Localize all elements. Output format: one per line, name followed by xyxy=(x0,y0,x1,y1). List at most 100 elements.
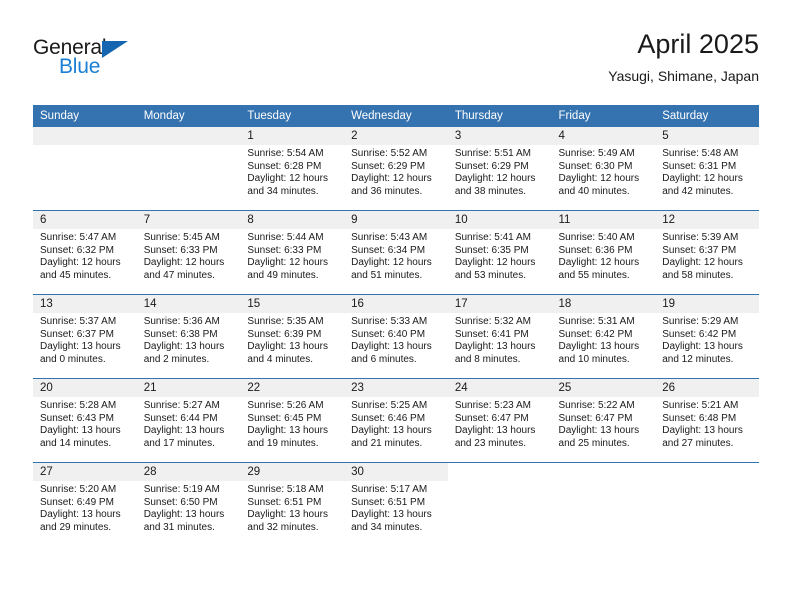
calendar-day-cell[interactable]: 25 Sunrise: 5:22 AM Sunset: 6:47 PM Dayligh… xyxy=(551,378,656,463)
day-detail-line: and 19 minutes. xyxy=(247,437,319,449)
day-cell-inner: 4 Sunrise: 5:49 AM Sunset: 6:30 PM Daylight… xyxy=(551,127,656,210)
calendar-day-cell[interactable]: 22 Sunrise: 5:26 AM Sunset: 6:45 PM Dayligh… xyxy=(240,378,345,463)
day-cell-inner: 22 Sunrise: 5:26 AM Sunset: 6:45 PM Dayligh… xyxy=(240,379,345,462)
day-details: Sunrise: 5:45 AM Sunset: 6:33 PM Daylight:… xyxy=(137,229,241,282)
day-detail-line: Sunset: 6:40 PM xyxy=(351,328,426,340)
day-detail-line: and 42 minutes. xyxy=(662,185,734,197)
calendar-day-cell[interactable]: 14 Sunrise: 5:36 AM Sunset: 6:38 PM Dayligh… xyxy=(136,294,241,379)
calendar-day-cell[interactable]: 4 Sunrise: 5:49 AM Sunset: 6:30 PM Daylight… xyxy=(551,127,656,211)
day-cell-inner: 9 Sunrise: 5:43 AM Sunset: 6:34 PM Daylight… xyxy=(344,211,448,294)
calendar-day-cell[interactable]: 16 Sunrise: 5:33 AM Sunset: 6:40 PM Dayligh… xyxy=(344,294,448,379)
day-detail-line: and 45 minutes. xyxy=(40,269,112,281)
day-detail-line: and 58 minutes. xyxy=(662,269,734,281)
day-cell-inner: 5 Sunrise: 5:48 AM Sunset: 6:31 PM Daylight… xyxy=(655,127,759,210)
day-detail-line: Sunset: 6:34 PM xyxy=(351,244,426,256)
day-detail-line: Sunrise: 5:35 AM xyxy=(247,316,324,327)
calendar-day-cell[interactable]: 12 Sunrise: 5:39 AM Sunset: 6:37 PM Dayligh… xyxy=(655,210,759,295)
day-detail-line: and 10 minutes. xyxy=(558,353,630,365)
calendar-day-cell[interactable]: 1 Sunrise: 5:54 AM Sunset: 6:28 PM Daylight… xyxy=(240,127,345,211)
day-number: 30 xyxy=(344,463,448,481)
day-detail-line: Sunset: 6:39 PM xyxy=(247,328,322,340)
day-details: Sunrise: 5:26 AM Sunset: 6:45 PM Daylight:… xyxy=(240,397,344,450)
day-details xyxy=(552,481,656,484)
day-details: Sunrise: 5:54 AM Sunset: 6:28 PM Daylight:… xyxy=(240,145,344,198)
general-blue-logo: General Blue xyxy=(33,36,253,82)
day-number: 3 xyxy=(447,127,552,145)
day-number: 17 xyxy=(447,295,552,313)
day-detail-line: Sunrise: 5:20 AM xyxy=(40,484,117,495)
day-cell-inner: 14 Sunrise: 5:36 AM Sunset: 6:38 PM Dayligh… xyxy=(136,295,241,378)
day-number: 19 xyxy=(655,295,759,313)
day-detail-line: Sunset: 6:35 PM xyxy=(454,244,529,256)
day-detail-line: Sunrise: 5:22 AM xyxy=(558,400,635,411)
calendar-day-cell[interactable]: 10 Sunrise: 5:41 AM Sunset: 6:35 PM Dayligh… xyxy=(447,210,552,295)
day-cell-inner: 30 Sunrise: 5:17 AM Sunset: 6:51 PM Dayligh… xyxy=(344,463,448,546)
day-cell-inner: 11 Sunrise: 5:40 AM Sunset: 6:36 PM Dayligh… xyxy=(551,211,656,294)
day-detail-line: Sunrise: 5:37 AM xyxy=(40,316,117,327)
calendar-empty-cell xyxy=(136,127,241,211)
calendar-day-cell[interactable]: 15 Sunrise: 5:35 AM Sunset: 6:39 PM Dayligh… xyxy=(240,294,345,379)
day-details xyxy=(655,481,759,484)
day-detail-line: Sunrise: 5:32 AM xyxy=(454,316,531,327)
calendar-day-cell[interactable]: 3 Sunrise: 5:51 AM Sunset: 6:29 PM Daylight… xyxy=(447,127,552,211)
day-detail-line: Daylight: 12 hours xyxy=(558,173,640,185)
day-detail-line: Sunset: 6:48 PM xyxy=(662,412,737,424)
day-detail-line: Daylight: 12 hours xyxy=(351,257,432,269)
day-number: 13 xyxy=(33,295,137,313)
day-detail-line: Sunrise: 5:43 AM xyxy=(351,232,428,243)
day-number: 10 xyxy=(447,211,552,229)
calendar-day-cell[interactable]: 7 Sunrise: 5:45 AM Sunset: 6:33 PM Daylight… xyxy=(136,210,241,295)
calendar-day-cell[interactable]: 9 Sunrise: 5:43 AM Sunset: 6:34 PM Daylight… xyxy=(344,210,448,295)
calendar-day-cell[interactable]: 28 Sunrise: 5:19 AM Sunset: 6:50 PM Dayligh… xyxy=(136,462,241,546)
calendar-grid: Sunday Monday Tuesday Wednesday Thursday Frid… xyxy=(33,105,759,546)
day-detail-line: Sunrise: 5:33 AM xyxy=(351,316,428,327)
day-cell-inner: 7 Sunrise: 5:45 AM Sunset: 6:33 PM Daylight… xyxy=(136,211,241,294)
logo-text-blue: Blue xyxy=(59,55,101,78)
day-detail-line: and 12 minutes. xyxy=(662,353,734,365)
day-cell-inner: 10 Sunrise: 5:41 AM Sunset: 6:35 PM Dayligh… xyxy=(447,211,552,294)
page-subtitle: Yasugi, Shimane, Japan xyxy=(608,68,759,84)
day-number: 25 xyxy=(551,379,656,397)
calendar-day-cell[interactable]: 27 Sunrise: 5:20 AM Sunset: 6:49 PM Dayligh… xyxy=(33,462,137,546)
day-details: Sunrise: 5:22 AM Sunset: 6:47 PM Daylight:… xyxy=(552,397,656,450)
calendar-page: General Blue April 2025 Yasugi, Shimane,… xyxy=(0,0,792,612)
calendar-day-cell[interactable]: 24 Sunrise: 5:23 AM Sunset: 6:47 PM Dayligh… xyxy=(447,378,552,463)
day-cell-inner: 8 Sunrise: 5:44 AM Sunset: 6:33 PM Daylight… xyxy=(240,211,345,294)
day-cell-inner: 21 Sunrise: 5:27 AM Sunset: 6:44 PM Dayligh… xyxy=(136,379,241,462)
day-detail-line: Daylight: 13 hours xyxy=(40,341,121,353)
day-detail-line: Daylight: 13 hours xyxy=(247,425,329,437)
weekday-header-row: Sunday Monday Tuesday Wednesday Thursday Frid… xyxy=(33,105,759,127)
calendar-day-cell[interactable]: 30 Sunrise: 5:17 AM Sunset: 6:51 PM Dayligh… xyxy=(344,462,448,546)
day-number xyxy=(136,127,241,145)
day-detail-line: Sunrise: 5:29 AM xyxy=(662,316,739,327)
calendar-day-cell[interactable]: 18 Sunrise: 5:31 AM Sunset: 6:42 PM Dayligh… xyxy=(551,294,656,379)
calendar-day-cell[interactable]: 8 Sunrise: 5:44 AM Sunset: 6:33 PM Daylight… xyxy=(240,210,345,295)
calendar-day-cell[interactable]: 21 Sunrise: 5:27 AM Sunset: 6:44 PM Dayligh… xyxy=(136,378,241,463)
day-detail-line: and 53 minutes. xyxy=(454,269,526,281)
day-number: 4 xyxy=(551,127,656,145)
day-detail-line: and 4 minutes. xyxy=(247,353,314,365)
calendar-day-cell[interactable]: 5 Sunrise: 5:48 AM Sunset: 6:31 PM Daylight… xyxy=(655,127,759,211)
calendar-day-cell[interactable]: 13 Sunrise: 5:37 AM Sunset: 6:37 PM Dayligh… xyxy=(33,294,137,379)
day-detail-line: and 34 minutes. xyxy=(247,185,319,197)
calendar-day-cell[interactable]: 19 Sunrise: 5:29 AM Sunset: 6:42 PM Dayligh… xyxy=(655,294,759,379)
day-number: 26 xyxy=(655,379,759,397)
day-number xyxy=(551,463,656,481)
calendar-day-cell[interactable]: 17 Sunrise: 5:32 AM Sunset: 6:41 PM Dayligh… xyxy=(447,294,552,379)
day-cell-inner xyxy=(655,463,759,546)
day-detail-line: Sunset: 6:28 PM xyxy=(247,160,322,172)
day-detail-line: Daylight: 13 hours xyxy=(558,425,640,437)
day-detail-line: Sunrise: 5:40 AM xyxy=(558,232,635,243)
day-detail-line: and 47 minutes. xyxy=(143,269,215,281)
calendar-day-cell[interactable]: 11 Sunrise: 5:40 AM Sunset: 6:36 PM Dayligh… xyxy=(551,210,656,295)
day-number: 21 xyxy=(136,379,241,397)
calendar-day-cell[interactable]: 6 Sunrise: 5:47 AM Sunset: 6:32 PM Daylight… xyxy=(33,210,137,295)
day-cell-inner: 16 Sunrise: 5:33 AM Sunset: 6:40 PM Dayligh… xyxy=(344,295,448,378)
calendar-day-cell[interactable]: 23 Sunrise: 5:25 AM Sunset: 6:46 PM Dayligh… xyxy=(344,378,448,463)
calendar-day-cell[interactable]: 29 Sunrise: 5:18 AM Sunset: 6:51 PM Dayligh… xyxy=(240,462,345,546)
calendar-day-cell[interactable]: 26 Sunrise: 5:21 AM Sunset: 6:48 PM Dayligh… xyxy=(655,378,759,463)
calendar-day-cell[interactable]: 20 Sunrise: 5:28 AM Sunset: 6:43 PM Dayligh… xyxy=(33,378,137,463)
day-cell-inner: 24 Sunrise: 5:23 AM Sunset: 6:47 PM Dayligh… xyxy=(447,379,552,462)
day-cell-inner: 6 Sunrise: 5:47 AM Sunset: 6:32 PM Daylight… xyxy=(33,211,137,294)
calendar-day-cell[interactable]: 2 Sunrise: 5:52 AM Sunset: 6:29 PM Daylight… xyxy=(344,127,448,211)
